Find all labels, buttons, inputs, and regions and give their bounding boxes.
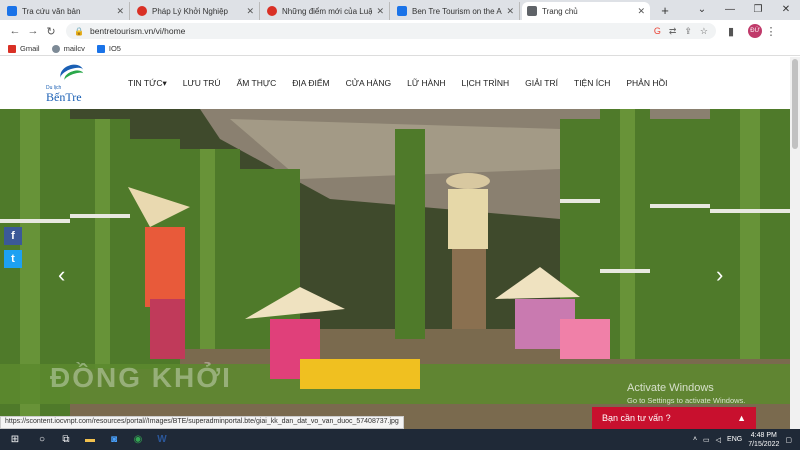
word-icon[interactable]: W	[150, 429, 174, 450]
address-bar-row: ← → ↻ 🔒 bentretourism.vn/vi/home G ⇄ ⇪ ☆…	[0, 20, 800, 42]
close-icon[interactable]: ✕	[506, 6, 514, 17]
menu-item-tin-tuc[interactable]: TIN TỨC▾	[120, 78, 175, 89]
back-icon[interactable]: ←	[6, 25, 24, 37]
menu-item-tien-ich[interactable]: TIỆN ÍCH	[566, 78, 618, 89]
file-explorer-icon[interactable]: ▬	[78, 429, 102, 450]
url-text: bentretourism.vn/vi/home	[89, 26, 186, 36]
main-menu: TIN TỨC▾ LƯU TRÚ ẨM THỰC ĐỊA ĐIỂM CỬA HÀ…	[120, 78, 675, 89]
menu-item-am-thuc[interactable]: ẨM THỰC	[229, 78, 285, 89]
bookmark-io5[interactable]: IO5	[96, 44, 121, 53]
status-bar-url: https://scontent.iocvnpt.com/resources/p…	[0, 416, 404, 429]
menu-item-luu-tru[interactable]: LƯU TRÚ	[175, 78, 229, 89]
bookmarks-bar: Gmail mailcv IO5	[0, 42, 800, 56]
tab-tra-cuu[interactable]: Tra cứu văn bản ✕	[2, 2, 130, 20]
chrome-icon[interactable]: ◉	[126, 429, 150, 450]
star-icon[interactable]: ☆	[700, 26, 708, 37]
favicon-icon	[7, 6, 17, 16]
bookmark-icon	[96, 44, 105, 53]
zalo-icon[interactable]: ◙	[102, 429, 126, 450]
avatar[interactable]: ĐỨ	[748, 24, 762, 38]
system-tray: ˄ ▭ ◁ ENG 4:48 PM 7/15/2022 ▢	[693, 431, 800, 449]
close-icon[interactable]: ✕	[246, 6, 254, 17]
extensions-icon[interactable]: ▮	[722, 25, 740, 38]
clock[interactable]: 4:48 PM 7/15/2022	[748, 431, 779, 449]
url-bar[interactable]: 🔒 bentretourism.vn/vi/home G ⇄ ⇪ ☆	[66, 23, 716, 39]
close-window-icon[interactable]: ✕	[772, 0, 800, 20]
close-icon[interactable]: ✕	[637, 6, 645, 17]
bookmark-label: IO5	[108, 44, 121, 53]
reload-icon[interactable]: ↻	[42, 25, 60, 38]
menu-item-phan-hoi[interactable]: PHẢN HỒI	[618, 78, 675, 89]
chevron-up-icon: ▲	[737, 413, 746, 423]
tab-phap-ly[interactable]: Pháp Lý Khởi Nghiệp ✕	[132, 2, 260, 20]
new-tab-button[interactable]: +	[656, 2, 674, 20]
window-controls: ⌄ — ❐ ✕	[688, 0, 800, 20]
clock-date: 7/15/2022	[748, 440, 780, 448]
twitter-icon[interactable]: t	[4, 250, 22, 268]
tab-label: Pháp Lý Khởi Nghiệp	[152, 6, 228, 16]
task-view-icon[interactable]: ⧉	[54, 429, 78, 450]
tab-label: Tra cứu văn bản	[22, 6, 81, 16]
tab-trang-chu[interactable]: Trang chủ ✕	[522, 2, 650, 20]
translate-icon[interactable]: ⇄	[669, 26, 677, 37]
clock-time: 4:48 PM	[750, 431, 777, 439]
tab-search-icon[interactable]: ⌄	[688, 0, 716, 20]
tab-label: Những điểm mới của Luật S	[282, 6, 373, 16]
volume-icon[interactable]: ◁	[716, 436, 721, 444]
tab-label: Trang chủ	[542, 6, 578, 16]
menu-item-giai-tri[interactable]: GIẢI TRÍ	[517, 78, 566, 89]
restore-icon[interactable]: ❐	[744, 0, 772, 20]
windows-taskbar: ⊞ ○ ⧉ ▬ ◙ ◉ W ˄ ▭ ◁ ENG 4:48 PM 7/15/202…	[0, 429, 800, 450]
language-indicator[interactable]: ENG	[727, 436, 742, 443]
tab-nhung-diem-moi[interactable]: Những điểm mới của Luật S ✕	[262, 2, 390, 20]
tab-ben-tre-app[interactable]: Ben Tre Tourism on the App ✕	[392, 2, 520, 20]
hero-slider[interactable]: f t ‹ › ĐỒNG KHỞI	[0, 109, 790, 429]
site-logo[interactable]: Du lịch BếnTre	[46, 61, 96, 104]
facebook-icon[interactable]: f	[4, 227, 22, 245]
windows-start-icon[interactable]: ⊞	[0, 429, 30, 450]
globe-icon	[51, 44, 60, 53]
notifications-icon[interactable]: ▢	[785, 436, 792, 444]
menu-item-lich-trinh[interactable]: LỊCH TRÌNH	[454, 78, 518, 89]
menu-item-lu-hanh[interactable]: LỮ HÀNH	[399, 78, 453, 89]
close-icon[interactable]: ✕	[116, 6, 124, 17]
network-icon[interactable]: ▭	[703, 436, 710, 444]
gmail-icon	[8, 44, 16, 53]
browser-tab-bar: Tra cứu văn bản ✕ Pháp Lý Khởi Nghiệp ✕ …	[0, 0, 800, 20]
consult-chat-button[interactable]: Bạn cần tư vấn ? ▲	[592, 407, 756, 429]
favicon-icon	[397, 6, 407, 16]
minimize-icon[interactable]: —	[716, 0, 744, 20]
consult-label: Bạn cần tư vấn ?	[602, 413, 671, 423]
slider-next-icon[interactable]: ›	[716, 262, 723, 288]
forward-icon[interactable]: →	[24, 25, 42, 37]
google-icon[interactable]: G	[654, 26, 661, 37]
page-scrollbar[interactable]	[790, 57, 800, 429]
menu-item-cua-hang[interactable]: CỬA HÀNG	[338, 78, 400, 89]
logo-text-bottom: BếnTre	[46, 90, 82, 104]
menu-item-dia-diem[interactable]: ĐỊA ĐIỂM	[284, 78, 337, 89]
lock-icon[interactable]: 🔒	[74, 27, 84, 36]
site-header: Du lịch BếnTre TIN TỨC▾ LƯU TRÚ ẨM THỰC …	[0, 57, 790, 109]
tab-label: Ben Tre Tourism on the App	[412, 6, 503, 16]
activate-title: Activate Windows	[627, 382, 714, 394]
activate-windows-watermark: Activate Windows Go to Settings to activ…	[627, 382, 745, 405]
bookmark-gmail[interactable]: Gmail	[8, 44, 40, 53]
scrollbar-thumb[interactable]	[792, 59, 798, 149]
bookmark-label: mailcv	[63, 44, 85, 53]
hero-watermark: ĐỒNG KHỞI	[50, 362, 232, 393]
search-icon[interactable]: ○	[30, 429, 54, 450]
menu-icon[interactable]: ⋮	[762, 25, 780, 38]
close-icon[interactable]: ✕	[376, 6, 384, 17]
favicon-icon	[267, 6, 277, 16]
share-icon[interactable]: ⇪	[684, 26, 692, 37]
favicon-icon	[137, 6, 147, 16]
slider-prev-icon[interactable]: ‹	[58, 262, 65, 288]
bookmark-label: Gmail	[20, 44, 40, 53]
bookmark-mailcv[interactable]: mailcv	[51, 44, 85, 53]
favicon-icon	[527, 6, 537, 16]
chevron-up-icon[interactable]: ˄	[693, 436, 697, 443]
activate-subtitle: Go to Settings to activate Windows.	[627, 396, 746, 405]
